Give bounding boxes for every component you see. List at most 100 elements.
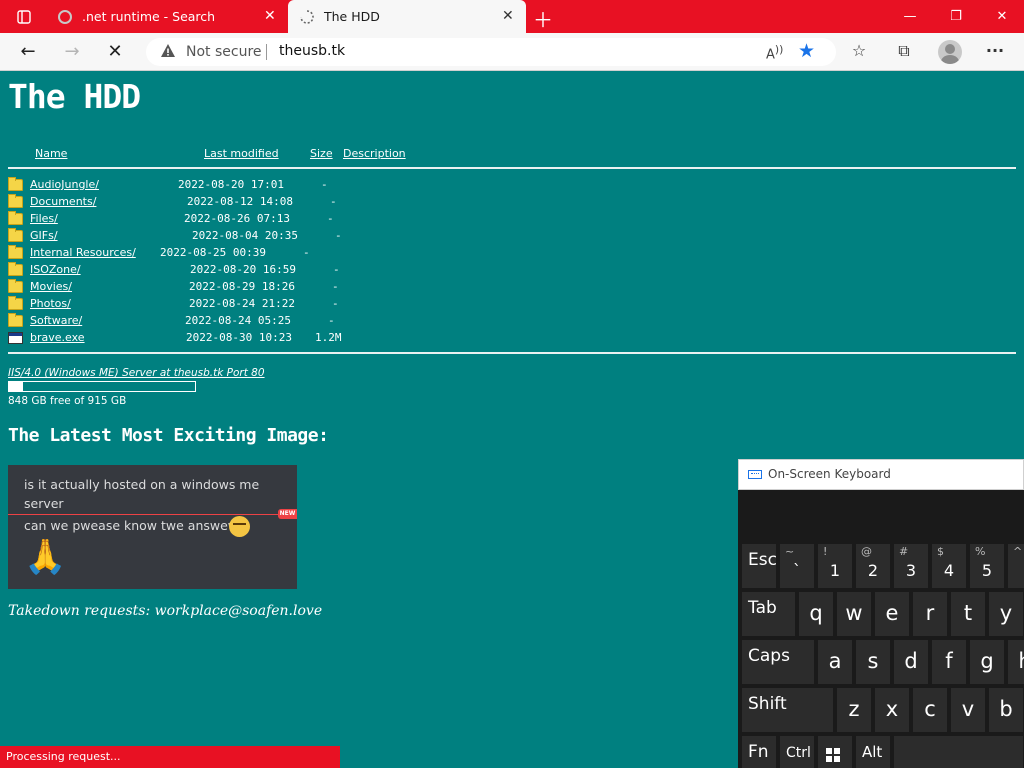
restore-button[interactable]: ❐ xyxy=(932,0,980,33)
key-tab[interactable]: Tab xyxy=(741,591,796,637)
key-c[interactable]: c xyxy=(912,687,948,733)
key-v[interactable]: v xyxy=(950,687,986,733)
keyboard-title: On-Screen Keyboard xyxy=(768,467,891,481)
tab-search[interactable]: .net runtime - Search ✕ xyxy=(46,0,288,33)
profile-avatar[interactable] xyxy=(938,40,962,64)
entry-modified: 2022-08-30 10:23 xyxy=(186,331,292,344)
window-close-button[interactable]: ✕ xyxy=(978,0,1024,33)
key-z[interactable]: z xyxy=(836,687,872,733)
stop-loading-button[interactable]: ✕ xyxy=(101,39,129,65)
entry-link[interactable]: AudioJungle/ xyxy=(30,178,99,191)
folder-icon xyxy=(8,262,23,276)
column-header-last-modified[interactable]: Last modified xyxy=(204,147,279,160)
key-d[interactable]: d xyxy=(893,639,929,685)
favorite-star-icon[interactable]: ★ xyxy=(798,40,815,62)
key-label: c xyxy=(924,697,936,721)
key-1[interactable]: ! 1 xyxy=(817,543,853,589)
key-4[interactable]: $4 xyxy=(931,543,967,589)
key-space[interactable] xyxy=(893,735,1024,768)
entry-link[interactable]: brave.exe xyxy=(30,331,85,344)
entry-link[interactable]: Internal Resources/ xyxy=(30,246,136,259)
entry-link[interactable]: Files/ xyxy=(30,212,58,225)
key-shift[interactable]: Shift xyxy=(741,687,834,733)
key-windows[interactable] xyxy=(817,735,853,768)
warning-icon[interactable] xyxy=(160,43,176,59)
key-label: t xyxy=(963,601,973,625)
key-y[interactable]: y xyxy=(988,591,1024,637)
key-backtick[interactable]: ~ ` xyxy=(779,543,815,589)
key-esc[interactable]: Esc xyxy=(741,543,777,589)
security-status[interactable]: Not secure xyxy=(186,44,262,60)
address-field[interactable]: Not secure theusb.tk A)) ★ xyxy=(146,38,836,66)
back-button[interactable]: ← xyxy=(14,39,42,65)
key-label: Shift xyxy=(748,694,787,714)
minimize-button[interactable]: — xyxy=(886,0,934,33)
forward-button[interactable]: → xyxy=(58,39,86,65)
favorites-icon[interactable]: ☆ xyxy=(848,41,870,63)
takedown-notice: Takedown requests: workplace@soafen.love xyxy=(8,603,323,619)
key-x[interactable]: x xyxy=(874,687,910,733)
key-label: 3 xyxy=(905,561,917,580)
key-label: 1 xyxy=(829,561,841,580)
key-a[interactable]: a xyxy=(817,639,853,685)
key-shift-label: ^ xyxy=(1013,545,1023,558)
keyboard-title-bar[interactable]: On-Screen Keyboard xyxy=(738,459,1024,490)
key-q[interactable]: q xyxy=(798,591,834,637)
url-divider xyxy=(266,44,267,60)
folder-icon xyxy=(8,211,23,225)
key-h[interactable]: h xyxy=(1007,639,1024,685)
key-alt[interactable]: Alt xyxy=(855,735,891,768)
key-r[interactable]: r xyxy=(912,591,948,637)
status-bar: Processing request... xyxy=(0,746,340,768)
key-label: 4 xyxy=(943,561,955,580)
key-3[interactable]: #3 xyxy=(893,543,929,589)
new-tab-button[interactable]: ＋ xyxy=(533,4,553,33)
entry-size: - xyxy=(332,297,339,310)
key-s[interactable]: s xyxy=(855,639,891,685)
column-header-name[interactable]: Name xyxy=(35,147,67,160)
collections-icon[interactable]: ⧉ xyxy=(893,41,915,63)
tab-the-hdd[interactable]: The HDD ✕ xyxy=(288,0,526,33)
new-badge: NEW xyxy=(278,509,297,519)
key-5[interactable]: % 5 xyxy=(969,543,1005,589)
key-ctrl[interactable]: Ctrl xyxy=(779,735,815,768)
page-title: The HDD xyxy=(8,77,141,116)
entry-link[interactable]: Documents/ xyxy=(30,195,96,208)
entry-modified: 2022-08-12 14:08 xyxy=(187,195,293,208)
entry-size: - xyxy=(321,178,328,191)
key-caps[interactable]: Caps xyxy=(741,639,815,685)
entry-link[interactable]: Photos/ xyxy=(30,297,71,310)
entry-size: 1.2M xyxy=(315,331,342,344)
key-label: z xyxy=(848,697,860,721)
key-e[interactable]: e xyxy=(874,591,910,637)
key-fn[interactable]: Fn xyxy=(741,735,777,768)
key-2[interactable]: @2 xyxy=(855,543,891,589)
key-label: Tab xyxy=(748,598,777,618)
entry-size: - xyxy=(332,280,339,293)
entry-modified: 2022-08-04 20:35 xyxy=(192,229,298,242)
entry-link[interactable]: Software/ xyxy=(30,314,82,327)
entry-link[interactable]: ISOZone/ xyxy=(30,263,81,276)
column-header-size[interactable]: Size xyxy=(310,147,333,160)
key-w[interactable]: w xyxy=(836,591,872,637)
close-icon[interactable]: ✕ xyxy=(502,8,514,24)
url-text[interactable]: theusb.tk xyxy=(279,43,345,59)
close-icon[interactable]: ✕ xyxy=(264,8,276,24)
key-label: ` xyxy=(793,561,801,580)
key-6[interactable]: ^ xyxy=(1007,543,1024,589)
key-label: f xyxy=(945,649,953,673)
entry-size: - xyxy=(303,246,310,259)
entry-size: - xyxy=(335,229,342,242)
key-g[interactable]: g xyxy=(969,639,1005,685)
key-f[interactable]: f xyxy=(931,639,967,685)
read-aloud-icon[interactable]: A)) xyxy=(766,43,783,62)
key-t[interactable]: t xyxy=(950,591,986,637)
column-header-description[interactable]: Description xyxy=(343,147,406,160)
entry-link[interactable]: Movies/ xyxy=(30,280,72,293)
key-label: a xyxy=(828,649,842,673)
key-b[interactable]: b xyxy=(988,687,1024,733)
entry-modified: 2022-08-29 18:26 xyxy=(189,280,295,293)
more-options-icon[interactable]: ··· xyxy=(984,41,1006,63)
entry-link[interactable]: GIFs/ xyxy=(30,229,58,242)
tab-actions-button[interactable] xyxy=(8,6,40,28)
